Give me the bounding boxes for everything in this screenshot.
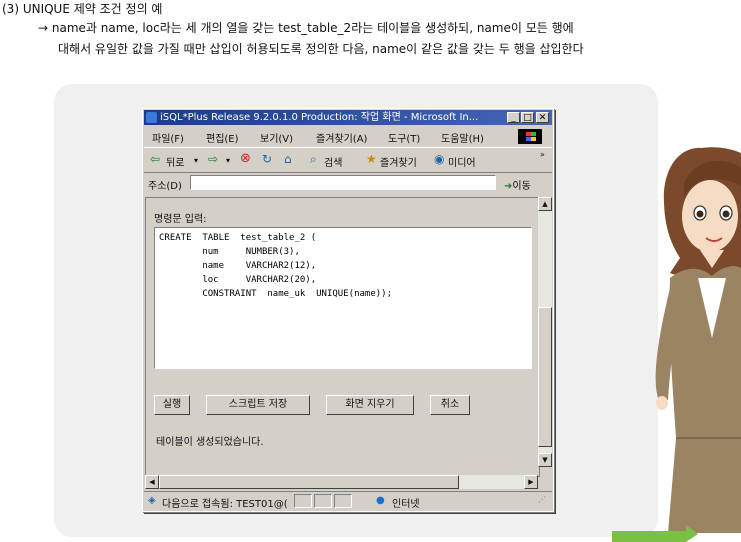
sql-text: CREATE TABLE test_table_2 ( num NUMBER(3… <box>159 233 392 299</box>
search-icon[interactable]: ⌕ <box>310 152 317 167</box>
horizontal-scroll-thumb[interactable] <box>159 475 459 489</box>
go-button[interactable]: ➜이동 <box>504 177 531 192</box>
status-bar: ◈ 다음으로 접속됨: TEST01@( ● 인터넷 ⋰ <box>144 491 552 510</box>
favorites-button[interactable]: 즐겨찾기 <box>380 154 417 169</box>
description-line-1: → name과 name, loc라는 세 개의 열을 갖는 test_tabl… <box>38 21 574 35</box>
resize-grip-icon[interactable]: ⋰ <box>538 495 546 504</box>
go-label: 이동 <box>512 181 531 192</box>
status-text: 다음으로 접속됨: TEST01@( <box>162 499 288 510</box>
menu-help[interactable]: 도움말(H) <box>441 130 484 145</box>
favorites-icon[interactable]: ★ <box>366 152 377 166</box>
close-button[interactable]: ✕ <box>536 112 549 123</box>
sql-input[interactable]: CREATE TABLE test_table_2 ( num NUMBER(3… <box>154 227 532 369</box>
media-button[interactable]: 미디어 <box>448 154 476 169</box>
menu-view[interactable]: 보기(V) <box>260 130 293 145</box>
back-dropdown-icon[interactable]: ▾ <box>194 156 198 165</box>
toolbar-overflow-icon[interactable]: » <box>540 150 545 159</box>
title-bar[interactable]: iSQL*Plus Release 9.2.0.1.0 Production: … <box>144 110 552 125</box>
horizontal-scrollbar[interactable]: ◀ ▶ <box>145 475 538 489</box>
forward-arrow-icon[interactable]: ⇨ <box>208 152 218 166</box>
execute-button[interactable]: 실행 <box>154 395 190 415</box>
scroll-down-icon[interactable]: ▼ <box>538 453 552 467</box>
home-icon[interactable]: ⌂ <box>284 152 292 166</box>
back-arrow-icon[interactable]: ⇦ <box>150 152 160 166</box>
ie-icon <box>146 112 157 123</box>
address-bar: 주소(D) ➜이동 <box>144 173 552 193</box>
zone-label: 인터넷 <box>392 499 420 510</box>
status-pane <box>314 494 332 508</box>
vertical-scroll-thumb[interactable] <box>538 307 552 447</box>
window-title: iSQL*Plus Release 9.2.0.1.0 Production: … <box>160 112 479 123</box>
description-line-2: 대해서 유일한 값을 가질 때만 삽입이 허용되도록 정의한 다음, name이… <box>58 42 584 56</box>
browser-window: iSQL*Plus Release 9.2.0.1.0 Production: … <box>142 108 554 512</box>
section-heading: (3) UNIQUE 제약 조건 정의 예 <box>2 2 163 16</box>
next-arrow-icon[interactable] <box>686 525 698 542</box>
status-pane <box>334 494 352 508</box>
address-label: 주소(D) <box>148 181 182 192</box>
cancel-button[interactable]: 취소 <box>430 395 470 415</box>
page-content: 명령문 입력: CREATE TABLE test_table_2 ( num … <box>145 197 540 477</box>
next-arrow-bar[interactable] <box>612 531 686 542</box>
result-message: 테이블이 생성되었습니다. <box>156 437 264 448</box>
character-illustration <box>655 147 741 533</box>
vertical-scrollbar[interactable]: ▲ ▼ <box>538 197 552 467</box>
command-label: 명령문 입력: <box>154 214 207 225</box>
maximize-button[interactable]: □ <box>521 112 534 123</box>
windows-logo-icon <box>518 129 542 144</box>
search-button[interactable]: 검색 <box>324 154 342 169</box>
address-input[interactable] <box>190 175 496 190</box>
back-button[interactable]: 뒤로 <box>166 154 184 169</box>
menu-bar: 파일(F) 편집(E) 보기(V) 즐겨찾기(A) 도구(T) 도움말(H) <box>144 127 552 145</box>
stop-icon[interactable]: ⊗ <box>240 151 251 166</box>
minimize-button[interactable]: _ <box>507 112 520 123</box>
toolbar: ⇦ 뒤로 ▾ ⇨ ▾ ⊗ ↻ ⌂ ⌕ 검색 ★ 즐겨찾기 ◉ 미디어 » <box>144 147 552 173</box>
menu-edit[interactable]: 편집(E) <box>206 130 239 145</box>
scroll-right-icon[interactable]: ▶ <box>524 475 538 489</box>
menu-file[interactable]: 파일(F) <box>152 130 184 145</box>
menu-favorites[interactable]: 즐겨찾기(A) <box>316 130 367 145</box>
clear-screen-button[interactable]: 화면 지우기 <box>326 395 414 415</box>
internet-zone-icon: ● <box>376 495 385 506</box>
page-icon: ◈ <box>148 495 156 506</box>
menu-tools[interactable]: 도구(T) <box>388 130 420 145</box>
save-script-button[interactable]: 스크립트 저장 <box>206 395 310 415</box>
media-icon[interactable]: ◉ <box>434 152 444 166</box>
forward-dropdown-icon[interactable]: ▾ <box>226 156 230 165</box>
status-pane <box>294 494 312 508</box>
refresh-icon[interactable]: ↻ <box>262 152 272 166</box>
scroll-left-icon[interactable]: ◀ <box>145 475 159 489</box>
scroll-up-icon[interactable]: ▲ <box>538 197 552 211</box>
